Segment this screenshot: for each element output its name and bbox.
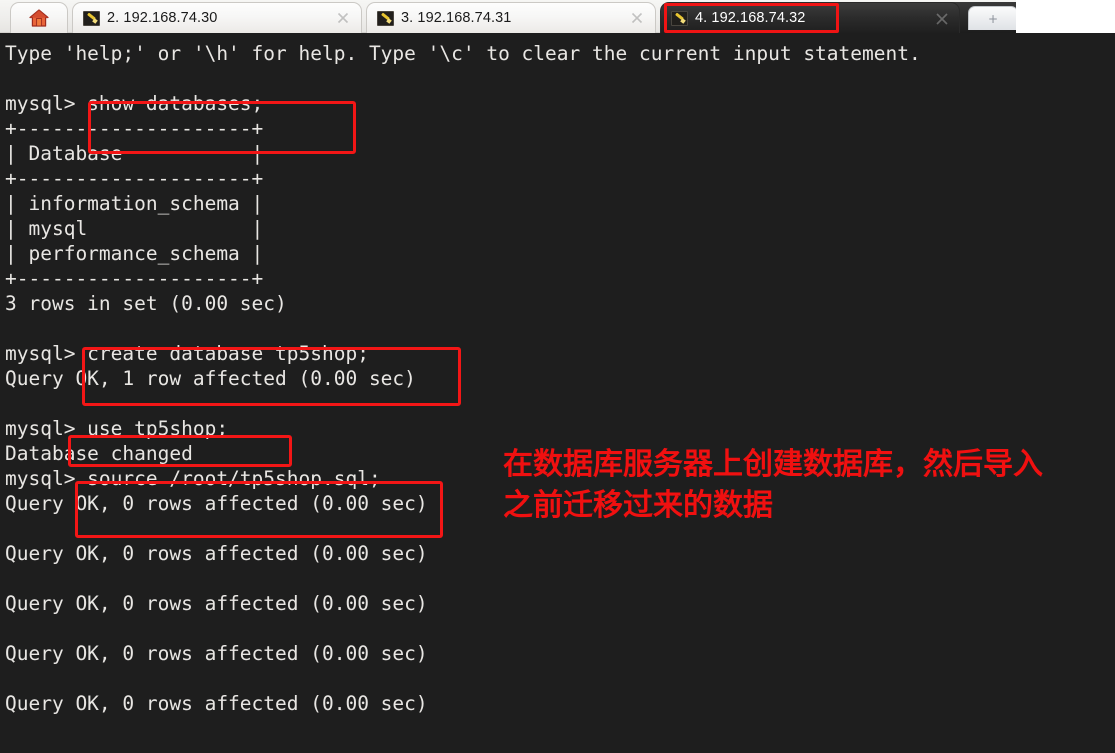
terminal-line: | information_schema | (5, 192, 264, 215)
terminal-line: mysql> show databases; (5, 92, 264, 115)
terminal-session-icon (83, 10, 100, 26)
session-tab-3[interactable]: 3. 192.168.74.31 (366, 2, 656, 33)
terminal-session-icon (377, 10, 394, 26)
close-icon[interactable] (934, 11, 948, 25)
session-tab-label: 2. 192.168.74.30 (107, 10, 218, 26)
terminal-line: +--------------------+ (5, 117, 264, 140)
close-icon[interactable] (336, 11, 350, 25)
tabbar-filler (1016, 0, 1115, 33)
terminal-lines: Type 'help;' or '\h' for help. Type '\c'… (5, 41, 1110, 716)
terminal-session-icon (671, 10, 688, 26)
terminal-line: Query OK, 0 rows affected (0.00 sec) (5, 542, 428, 565)
terminal-line: | mysql | (5, 217, 264, 240)
terminal-line: mysql> create database tp5shop; (5, 342, 369, 365)
new-tab-button[interactable]: + (968, 6, 1018, 30)
terminal-line: Query OK, 0 rows affected (0.00 sec) (5, 642, 428, 665)
session-tab-label: 4. 192.168.74.32 (695, 10, 806, 26)
home-icon (28, 8, 50, 28)
tab-bar: 2. 192.168.74.30 3. 192.168.74.31 4. 192… (0, 0, 1115, 33)
terminal-output-pane[interactable]: Type 'help;' or '\h' for help. Type '\c'… (0, 33, 1115, 753)
terminal-line: +--------------------+ (5, 267, 264, 290)
session-tab-4-active[interactable]: 4. 192.168.74.32 (660, 2, 960, 33)
terminal-line: | performance_schema | (5, 242, 264, 265)
terminal-line: | Database | (5, 142, 264, 165)
terminal-line: 3 rows in set (0.00 sec) (5, 292, 287, 315)
terminal-line: Query OK, 0 rows affected (0.00 sec) (5, 592, 428, 615)
terminal-line: Type 'help;' or '\h' for help. Type '\c'… (5, 42, 921, 65)
terminal-line: Query OK, 1 row affected (0.00 sec) (5, 367, 416, 390)
terminal-line: mysql> use tp5shop; (5, 417, 229, 440)
annotation-note: 在数据库服务器上创建数据库，然后导入 之前迁移过来的数据 (503, 447, 1043, 523)
close-icon[interactable] (630, 11, 644, 25)
terminal-line: +--------------------+ (5, 167, 264, 190)
plus-icon: + (987, 11, 999, 26)
terminal-line: Query OK, 0 rows affected (0.00 sec) (5, 692, 428, 715)
session-tab-2[interactable]: 2. 192.168.74.30 (72, 2, 362, 33)
session-tab-label: 3. 192.168.74.31 (401, 10, 512, 26)
terminal-client-window: 2. 192.168.74.30 3. 192.168.74.31 4. 192… (0, 0, 1115, 753)
home-tab[interactable] (10, 2, 68, 33)
